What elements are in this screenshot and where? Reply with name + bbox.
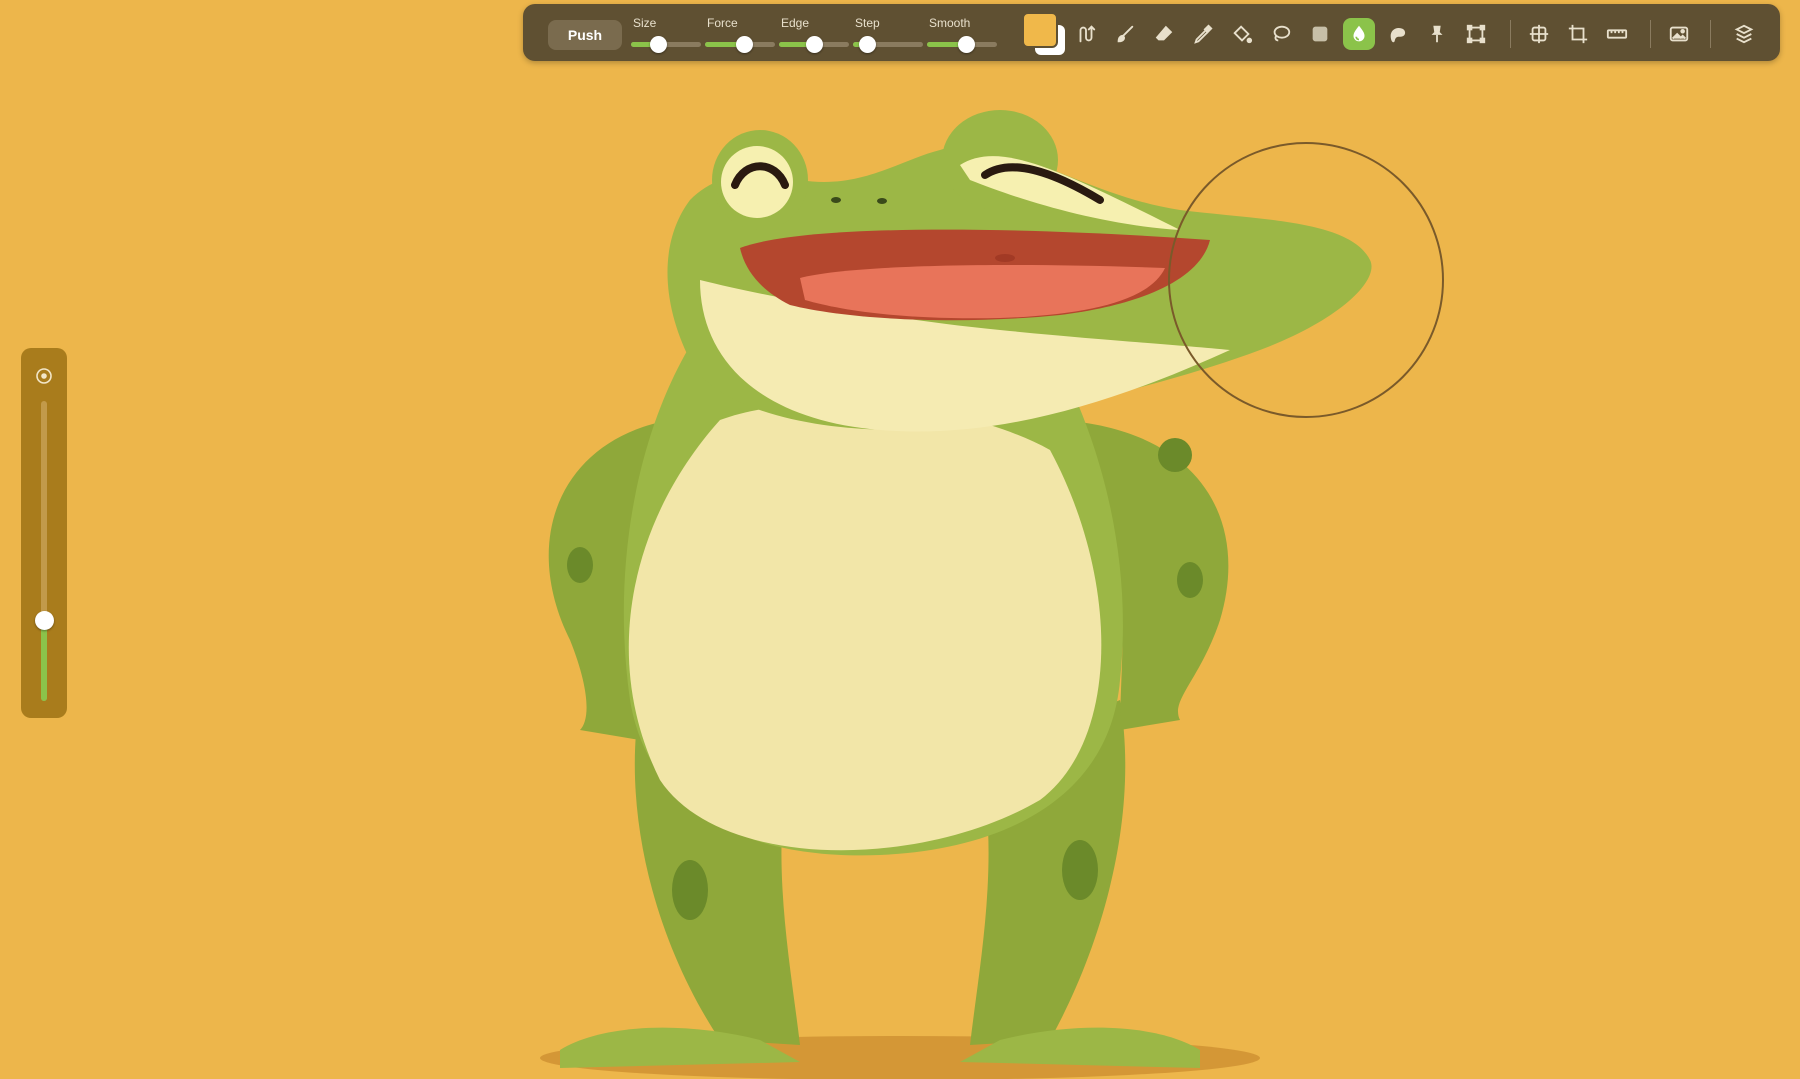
force-knob[interactable]: [735, 36, 753, 53]
smooth-label: Smooth: [929, 16, 971, 30]
size-knob[interactable]: [649, 36, 667, 53]
layer-square-icon[interactable]: [1304, 18, 1336, 50]
liquify-icon[interactable]: [1343, 18, 1375, 50]
size-track[interactable]: [631, 36, 701, 53]
step-track[interactable]: [853, 36, 923, 53]
vertical-slider-track[interactable]: [35, 401, 54, 701]
lasso-icon[interactable]: [1265, 18, 1297, 50]
brush-cursor-ring: [1168, 142, 1444, 418]
vertical-slider-fill: [41, 620, 47, 701]
toolbar-divider-2: [1650, 20, 1651, 48]
step-knob[interactable]: [859, 36, 876, 53]
foreground-color-swatch[interactable]: [1022, 12, 1058, 48]
edge-label: Edge: [781, 16, 810, 30]
smooth-slider[interactable]: Smooth: [927, 16, 997, 53]
edge-slider[interactable]: Edge: [779, 16, 849, 53]
mode-button[interactable]: Push: [548, 20, 622, 50]
transform-icon[interactable]: [1460, 18, 1492, 50]
color-swatches[interactable]: [1022, 12, 1070, 60]
size-slider[interactable]: Size: [631, 16, 701, 53]
image-icon[interactable]: [1663, 18, 1695, 50]
layers-stack-icon[interactable]: [1728, 18, 1760, 50]
force-track[interactable]: [705, 36, 775, 53]
top-toolbar: Push Size Force Edge Step Smooth: [523, 4, 1780, 61]
brush-opacity-panel: [21, 348, 67, 718]
smooth-track[interactable]: [927, 36, 997, 53]
eyedropper-icon[interactable]: [1187, 18, 1219, 50]
crop-icon[interactable]: [1562, 18, 1594, 50]
step-slider[interactable]: Step: [853, 16, 923, 53]
toolbar-divider: [1510, 20, 1511, 48]
size-label: Size: [633, 16, 657, 30]
grid-icon[interactable]: [1523, 18, 1555, 50]
vertical-slider-knob[interactable]: [35, 611, 54, 630]
edge-knob[interactable]: [806, 36, 823, 53]
smooth-knob[interactable]: [957, 36, 975, 53]
target-icon[interactable]: [34, 366, 54, 386]
force-label: Force: [707, 16, 738, 30]
stroke-curve-icon[interactable]: [1070, 18, 1102, 50]
pin-icon[interactable]: [1421, 18, 1453, 50]
step-label: Step: [855, 16, 880, 30]
smudge-icon[interactable]: [1382, 18, 1414, 50]
frog-artwork: [540, 110, 1372, 1079]
toolbar-divider-3: [1710, 20, 1711, 48]
force-slider[interactable]: Force: [705, 16, 775, 53]
brush-icon[interactable]: [1109, 18, 1141, 50]
drawing-canvas[interactable]: [0, 0, 1800, 1079]
edge-track[interactable]: [779, 36, 849, 53]
ruler-icon[interactable]: [1601, 18, 1633, 50]
paint-bucket-icon[interactable]: [1226, 18, 1258, 50]
eraser-icon[interactable]: [1148, 18, 1180, 50]
